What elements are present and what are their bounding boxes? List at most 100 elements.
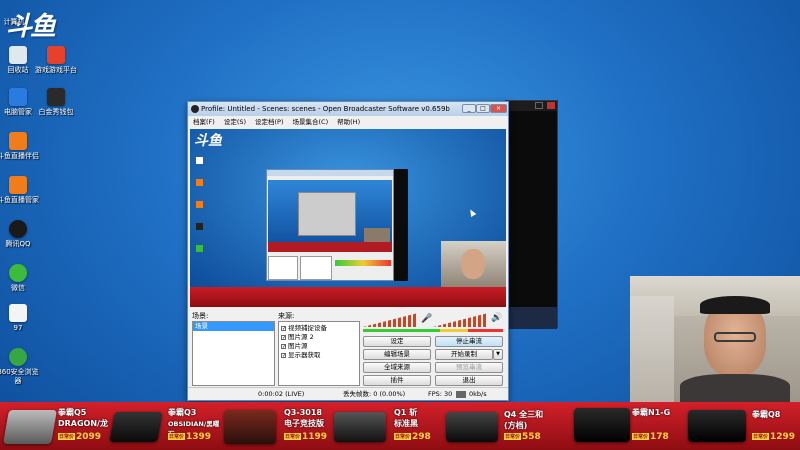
banner-product[interactable]: 拳霸Q3 OBSIDIAN/黑曜石 日常价1399 [109, 402, 222, 450]
record-dropdown-button[interactable]: ▼ [493, 349, 503, 360]
speaker-icon[interactable]: 🔊 [491, 313, 503, 325]
window-title: Profile: Untitled - Scenes: scenes - Ope… [201, 105, 450, 113]
edit-scene-button[interactable]: 编辑场景 [363, 349, 431, 360]
streamer-shirt [680, 374, 790, 402]
banner-product[interactable]: Q1 斩 标准黑 日常价 298 [334, 402, 444, 450]
settings-button[interactable]: 设定 [363, 336, 431, 347]
stream-time: 0:00:02 (LIVE) [258, 390, 305, 398]
checkbox-checked[interactable]: ✓ [281, 353, 286, 359]
price-value: 178 [650, 432, 669, 442]
price-tag: 日常价 [394, 433, 412, 440]
menu-scene-collection[interactable]: 场景集合(C) [293, 116, 329, 128]
streamer-hair [700, 296, 770, 314]
nested-preview [268, 180, 392, 252]
desktop-icon-douyu-assistant[interactable]: 斗鱼直播伴侣 [0, 132, 42, 161]
product-price: 日常价 178 [632, 432, 669, 442]
price-value: 2099 [76, 432, 102, 442]
nested-banner [268, 242, 392, 252]
desktop-icon-computer[interactable]: 计算机 [0, 18, 38, 27]
nested-sources [300, 256, 332, 280]
bitrate-readout: 0kb/s [469, 390, 487, 398]
source-label: 视频捕捉设备 [288, 324, 327, 332]
price-value: 1199 [302, 432, 328, 442]
close-button[interactable]: × [490, 104, 507, 113]
preview-stream-button[interactable]: 预览串流 [435, 362, 503, 373]
menu-help[interactable]: 帮助(H) [337, 116, 360, 128]
plugins-button[interactable]: 插件 [363, 375, 431, 386]
webcam-overlay [630, 276, 800, 402]
source-item[interactable]: ✓ 显示器获取 [281, 351, 357, 360]
desktop-icon-wallet[interactable]: 白金秀钱包 [32, 88, 80, 117]
desktop-icon-label: 电脑管家 [4, 108, 32, 116]
product-price: 日常价 298 [394, 432, 431, 442]
scene-item[interactable]: 场景 [193, 322, 274, 331]
maximize-icon[interactable] [535, 102, 543, 109]
arcade-stick-image [3, 410, 57, 444]
wechat-icon [9, 264, 27, 282]
desktop-icon-game-platform[interactable]: 游戏游戏平台 [32, 46, 80, 75]
scenes-list[interactable]: 场景 [192, 321, 275, 386]
banner-product[interactable]: Q3-3018 电子竞技版 日常价 1199 [224, 402, 334, 450]
desktop-icon-wechat[interactable]: 微信 [0, 264, 42, 293]
scenes-label: 场景: [192, 312, 209, 320]
desktop-icon-label: 360安全浏览器 [0, 368, 39, 385]
arcade-stick-image [574, 408, 630, 442]
qq-penguin-icon [9, 220, 27, 238]
checkbox-checked[interactable]: ✓ [281, 326, 286, 332]
microphone-icon[interactable]: 🎤 [421, 314, 432, 324]
fps-readout: FPS: 30 [428, 390, 453, 398]
price-value: 298 [412, 432, 431, 442]
obs-app-icon [191, 105, 199, 113]
product-name: Q3-3018 [284, 408, 322, 417]
product-name: Q1 斩 [394, 408, 418, 417]
price-tag: 日常价 [504, 433, 522, 440]
banner-product[interactable]: 拳霸Q5 DRAGON/龙 日常价 2099 [0, 402, 110, 450]
preview-logo: 斗鱼 [194, 133, 222, 149]
desktop-icon-97[interactable]: 97 [0, 304, 42, 333]
mic-volume-meter[interactable] [363, 313, 418, 327]
pc-manager-icon [9, 88, 27, 106]
nested-scenes [268, 256, 298, 280]
menu-profiles[interactable]: 设定档(P) [255, 116, 284, 128]
source-item[interactable]: ✓ 图片源 [281, 342, 357, 351]
product-sub: (方档) [504, 421, 528, 430]
price-tag: 日常价 [284, 433, 302, 440]
stop-stream-button[interactable]: 停止串流 [435, 336, 503, 347]
checkbox-checked[interactable]: ✓ [281, 344, 286, 350]
banner-product[interactable]: 拳霸N1-G 日常价 178 [570, 402, 686, 450]
checkbox-checked[interactable]: ✓ [281, 335, 286, 341]
banner-product[interactable]: Q4 全三和 (方档) 日常价 558 [446, 402, 566, 450]
minimize-button[interactable]: _ [462, 104, 476, 113]
arcade-stick-image [109, 412, 163, 442]
source-label: 图片源 [288, 342, 308, 350]
desktop-icon-qq[interactable]: 腾讯QQ [0, 220, 42, 249]
product-price: 日常价 1299 [752, 432, 795, 442]
product-name: 拳霸Q8 [752, 410, 781, 419]
desktop-icon-360-browser[interactable]: 360安全浏览器 [0, 348, 42, 386]
recycle-bin-icon [9, 46, 27, 64]
nested-inner-window [298, 192, 356, 236]
source-item[interactable]: ✓ 图片源 2 [281, 333, 357, 342]
arcade-stick-image [688, 410, 746, 442]
sources-list[interactable]: ✓ 视频捕捉设备 ✓ 图片源 2 ✓ 图片源 ✓ 显示器获取 [278, 321, 360, 386]
source-item[interactable]: ✓ 视频捕捉设备 [281, 324, 357, 333]
product-sub: DRAGON/龙 [58, 419, 108, 428]
banner-product[interactable]: 拳霸Q8 日常价 1299 [688, 402, 800, 450]
global-sources-button[interactable]: 全域来源 [363, 362, 431, 373]
menu-settings[interactable]: 设定(S) [224, 116, 246, 128]
douyu-assistant-icon [9, 132, 27, 150]
preview-banner [190, 287, 506, 307]
background-dark-window [505, 100, 558, 329]
close-icon[interactable] [547, 102, 555, 109]
start-record-button[interactable]: 开始录制 [435, 349, 493, 360]
arcade-stick-image [224, 410, 276, 444]
exit-button[interactable]: 退出 [435, 375, 503, 386]
desktop-icon-douyu-manager[interactable]: 斗鱼直播管家 [0, 176, 42, 205]
maximize-button[interactable]: □ [476, 104, 490, 113]
desktop-volume-meter[interactable] [433, 313, 488, 327]
wallet-icon [47, 88, 65, 106]
menu-file[interactable]: 档案(F) [193, 116, 215, 128]
product-price: 日常价 558 [504, 432, 541, 442]
source-label: 图片源 2 [288, 333, 314, 341]
sources-label: 来源: [278, 312, 295, 320]
